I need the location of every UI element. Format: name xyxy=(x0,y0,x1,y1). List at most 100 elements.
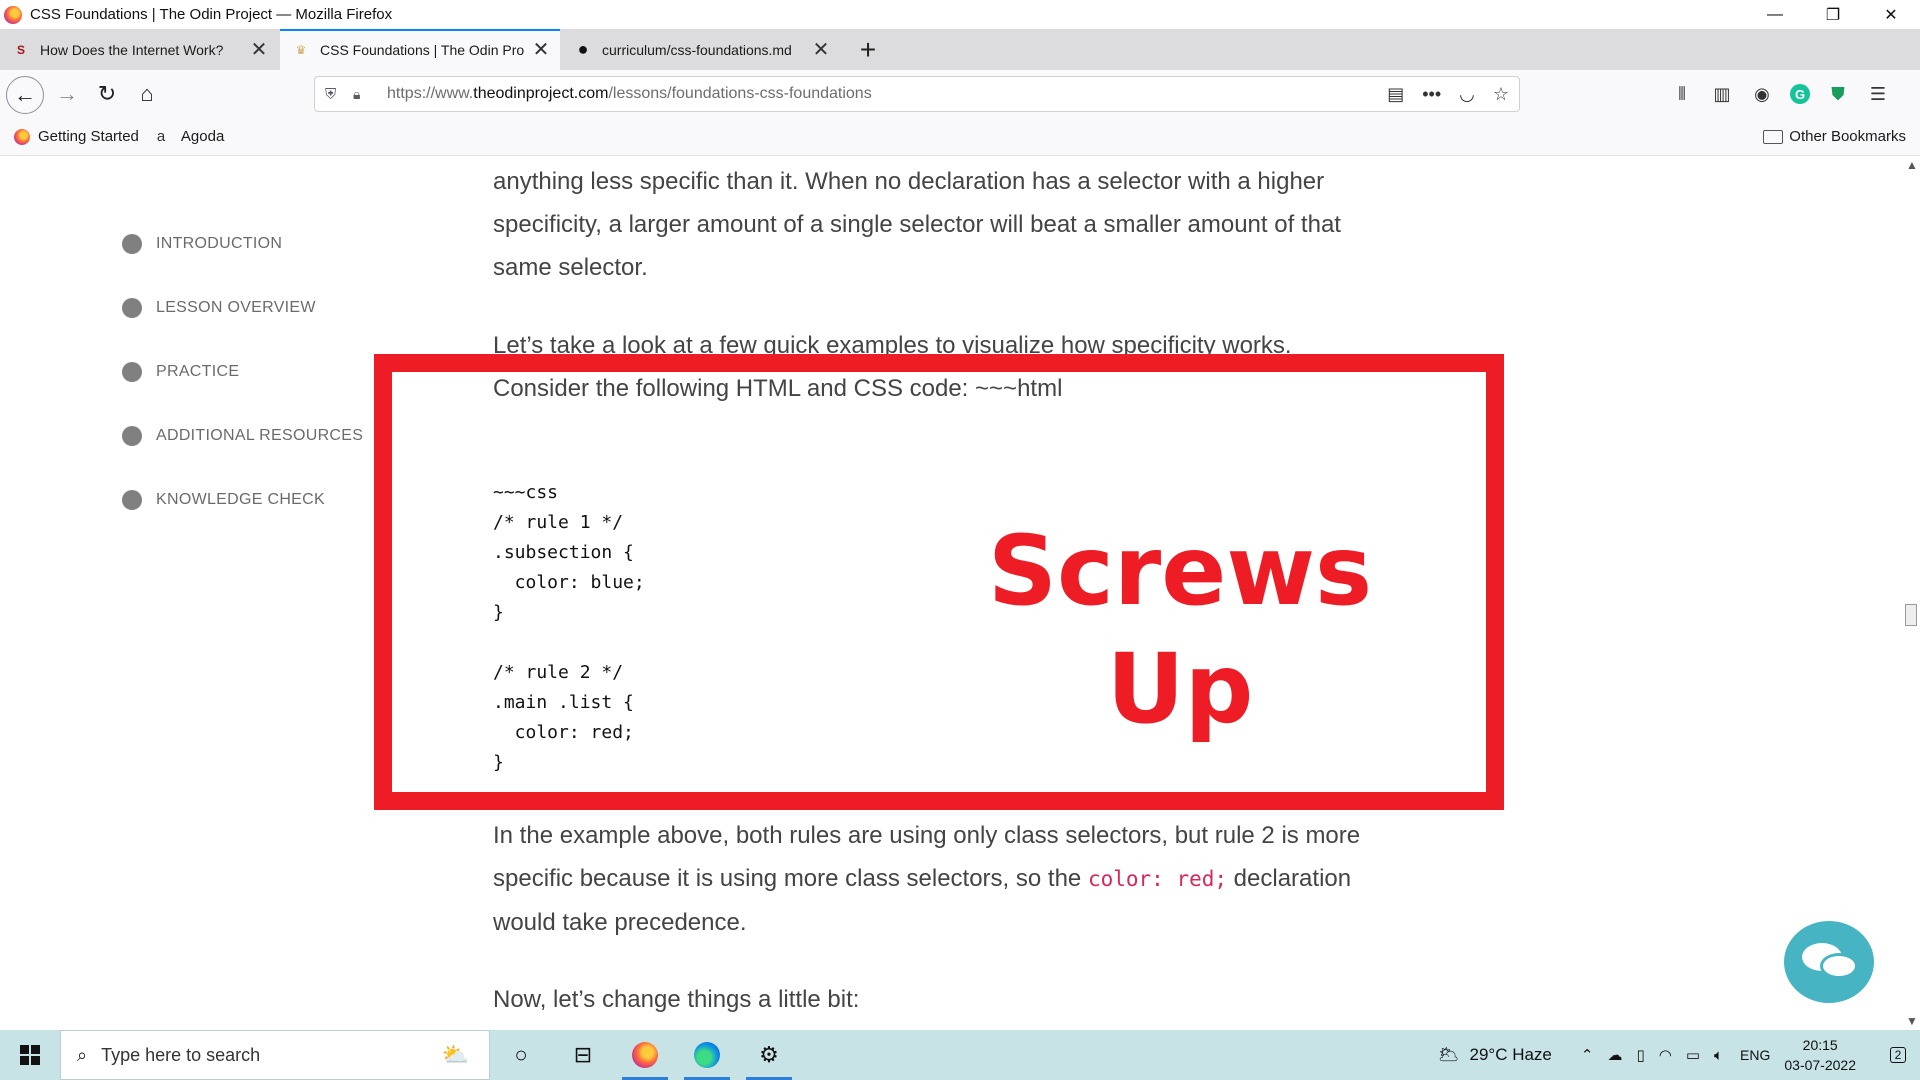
chat-widget-button[interactable] xyxy=(1784,921,1874,1003)
chevron-up-icon[interactable]: ⌃ xyxy=(1581,1046,1594,1064)
page-viewport: INTRODUCTION LESSON OVERVIEW PRACTICE AD… xyxy=(0,156,1920,1030)
taskbar-firefox[interactable] xyxy=(614,1030,676,1080)
toolbar-icons: ⫴ ▥ ◉ G ⛊ ☰ xyxy=(1670,78,1890,110)
tab-github-curriculum[interactable]: ● curriculum/css-foundations.md ✕ xyxy=(562,29,840,70)
page-scrollbar[interactable]: ▲ ▼ xyxy=(1902,156,1920,1030)
library-icon[interactable]: ⫴ xyxy=(1670,78,1694,110)
weather-text: 29°C Haze xyxy=(1469,1045,1552,1064)
device-icon[interactable]: ▯ xyxy=(1636,1046,1644,1064)
toc-dot-icon xyxy=(122,426,142,446)
search-placeholder: Type here to search xyxy=(101,1044,261,1065)
lock-icon[interactable]: 🔒︎ xyxy=(353,86,373,103)
paragraph-line: same selector. xyxy=(493,254,648,281)
page-actions-icon[interactable]: ••• xyxy=(1422,84,1441,105)
tab-css-foundations[interactable]: ♛ CSS Foundations | The Odin Pro ✕ xyxy=(280,29,560,70)
menu-hamburger-icon[interactable]: ☰ xyxy=(1866,78,1890,110)
system-tray: 🌥︎ 29°C Haze ⌃ ☁ ▯ ◠ ▭ 🔈︎ ENG 20:15 03-0… xyxy=(1438,1030,1920,1080)
windows-logo-icon xyxy=(20,1045,40,1065)
search-highlight-icon[interactable]: ⛅ xyxy=(442,1042,469,1068)
grammarly-icon[interactable]: G xyxy=(1790,84,1810,104)
tab-how-internet-works[interactable]: S How Does the Internet Work? ✕ xyxy=(0,29,278,70)
toc-label: LESSON OVERVIEW xyxy=(156,299,316,316)
tab-label: How Does the Internet Work? xyxy=(40,41,224,58)
bookmark-label: Agoda xyxy=(180,128,225,145)
paragraph-line: anything less specific than it. When no … xyxy=(493,168,1325,195)
toc-label: KNOWLEDGE CHECK xyxy=(156,491,325,508)
toc-item-lesson-overview[interactable]: LESSON OVERVIEW xyxy=(122,276,363,340)
toc-dot-icon xyxy=(122,298,142,318)
tab-close-icon[interactable]: ✕ xyxy=(528,37,554,62)
taskbar-search-box[interactable]: ⌕ Type here to search ⛅ xyxy=(60,1030,490,1080)
firefox-bookmark-icon xyxy=(14,128,30,145)
close-window-button[interactable]: ✕ xyxy=(1862,0,1920,29)
chat-icon-secondary xyxy=(1820,953,1858,979)
scroll-down-icon[interactable]: ▼ xyxy=(1906,1014,1918,1028)
clock-date: 03-07-2022 xyxy=(1784,1057,1856,1073)
toc-item-introduction[interactable]: INTRODUCTION xyxy=(122,212,363,276)
extension-shield-icon[interactable]: ⛊ xyxy=(1826,78,1850,110)
url-actions: ▤ ••• ◡ ☆ xyxy=(1387,77,1509,111)
maximize-button[interactable]: ❐ xyxy=(1804,0,1862,29)
other-bookmarks-label: Other Bookmarks xyxy=(1789,128,1906,145)
annotation-text: Screws Up xyxy=(960,512,1400,748)
toc-dot-icon xyxy=(122,490,142,510)
scroll-up-icon[interactable]: ▲ xyxy=(1906,158,1918,172)
firefox-logo-icon xyxy=(4,5,22,24)
pocket-icon[interactable]: ◡ xyxy=(1459,84,1475,105)
weather-widget[interactable]: 🌥︎ 29°C Haze xyxy=(1438,1045,1552,1065)
sidebar-icon[interactable]: ▥ xyxy=(1710,78,1734,110)
onedrive-icon[interactable]: ☁ xyxy=(1607,1046,1622,1064)
reader-view-icon[interactable]: ▤ xyxy=(1387,84,1404,105)
tab-close-icon[interactable]: ✕ xyxy=(246,37,272,62)
gear-icon: ⚙ xyxy=(759,1042,779,1067)
bookmark-star-icon[interactable]: ☆ xyxy=(1493,84,1509,105)
reload-button[interactable]: ↻ xyxy=(90,78,124,110)
start-button[interactable] xyxy=(0,1030,60,1080)
battery-icon[interactable]: ▭ xyxy=(1686,1046,1700,1064)
home-button[interactable]: ⌂ xyxy=(130,78,164,110)
taskbar-settings[interactable]: ⚙ xyxy=(738,1030,800,1080)
wifi-icon[interactable]: ◠ xyxy=(1659,1046,1672,1064)
weather-icon: 🌥︎ xyxy=(1437,1045,1460,1064)
firefox-icon xyxy=(632,1042,658,1068)
toc-label: INTRODUCTION xyxy=(156,235,283,252)
language-indicator[interactable]: ENG xyxy=(1740,1047,1770,1063)
search-icon: ⌕ xyxy=(77,1044,88,1065)
scrollbar-thumb[interactable] xyxy=(1905,604,1917,626)
tab-close-icon[interactable]: ✕ xyxy=(808,37,834,62)
taskbar-edge[interactable] xyxy=(676,1030,738,1080)
back-button[interactable]: ← xyxy=(6,76,44,114)
other-bookmarks[interactable]: Other Bookmarks xyxy=(1763,128,1906,145)
lesson-toc: INTRODUCTION LESSON OVERVIEW PRACTICE AD… xyxy=(122,212,363,532)
paragraph-line: In the example above, both rules are usi… xyxy=(493,822,1361,849)
clock-time: 20:15 xyxy=(1802,1037,1838,1053)
toc-item-additional-resources[interactable]: ADDITIONAL RESOURCES xyxy=(122,404,363,468)
paragraph-specificity: anything less specific than it. When no … xyxy=(493,160,1413,289)
clock[interactable]: 20:15 03-07-2022 xyxy=(1784,1035,1856,1075)
task-view-icon[interactable]: ○ xyxy=(490,1030,552,1080)
tracking-shield-icon[interactable]: ⛨ xyxy=(325,86,345,103)
account-icon[interactable]: ◉ xyxy=(1750,78,1774,110)
tab-strip: S How Does the Internet Work? ✕ ♛ CSS Fo… xyxy=(0,29,1920,70)
toc-dot-icon xyxy=(122,234,142,254)
widgets-icon[interactable]: ⊟ xyxy=(552,1030,614,1080)
tab-favicon-icon: S xyxy=(16,42,25,57)
new-tab-button[interactable]: + xyxy=(852,29,884,70)
tab-label: CSS Foundations | The Odin Pro xyxy=(320,41,525,58)
toc-item-practice[interactable]: PRACTICE xyxy=(122,340,363,404)
bookmark-agoda[interactable]: a Agoda xyxy=(157,128,224,145)
nav-toolbar: ← → ↻ ⌂ ⛨ 🔒︎ https://www.theodinproject.… xyxy=(0,70,1920,118)
volume-icon[interactable]: 🔈︎ xyxy=(1714,1047,1723,1064)
address-bar[interactable]: ⛨ 🔒︎ https://www.theodinproject.com/less… xyxy=(314,76,1520,112)
url-text[interactable]: https://www.theodinproject.com/lessons/f… xyxy=(387,85,872,103)
notification-count: 2 xyxy=(1889,1047,1907,1063)
toc-item-knowledge-check[interactable]: KNOWLEDGE CHECK xyxy=(122,468,363,532)
annotation-line: Screws xyxy=(987,515,1373,627)
forward-button[interactable]: → xyxy=(50,78,84,110)
bookmark-label: Getting Started xyxy=(38,128,139,145)
notification-center-icon[interactable]: 2 xyxy=(1876,1047,1920,1063)
bookmark-getting-started[interactable]: Getting Started xyxy=(14,128,139,145)
minimize-button[interactable]: — xyxy=(1746,0,1804,29)
toc-dot-icon xyxy=(122,362,142,382)
window-titlebar: CSS Foundations | The Odin Project — Moz… xyxy=(0,0,1920,29)
